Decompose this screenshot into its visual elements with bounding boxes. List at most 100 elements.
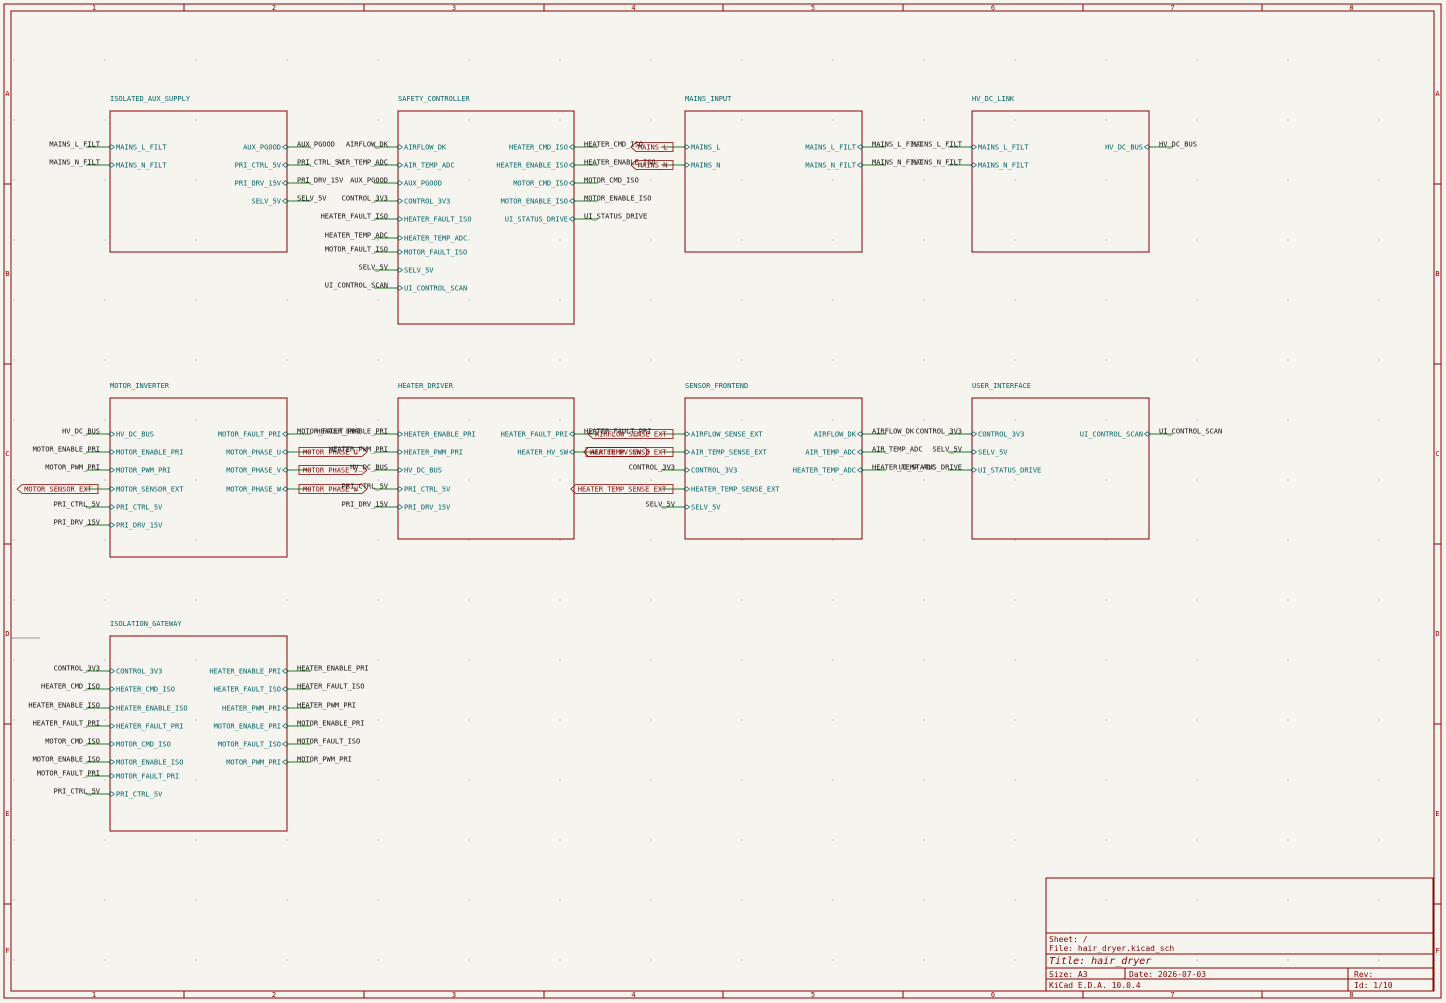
net-label: HEATER_TEMP_ADC (325, 232, 388, 240)
grid-dot (468, 719, 470, 721)
grid-dot (832, 539, 834, 541)
sheet-pin-label: AIR_TEMP_ADC (404, 162, 455, 170)
grid-dot (104, 539, 106, 541)
grid-dot (559, 599, 561, 601)
grid-dot (1105, 59, 1107, 61)
grid-dot (1287, 779, 1289, 781)
grid-dot (468, 599, 470, 601)
grid-dot (13, 899, 15, 901)
sheet-pin-label: MAINS_N_FILT (116, 162, 167, 170)
sheet-pin-label: CONTROL_3V3 (691, 467, 737, 475)
grid-dot (1105, 299, 1107, 301)
grid-dot (923, 959, 925, 961)
sheet-pin-label: MAINS_L_FILT (116, 144, 167, 152)
sheet-pin-label: CONTROL_3V3 (404, 198, 450, 206)
grid-dot (1196, 359, 1198, 361)
row-label: D (5, 630, 9, 638)
sheet-pin-label: HEATER_FAULT_PRI (116, 723, 183, 731)
grid-dot (1196, 599, 1198, 601)
grid-dot (559, 959, 561, 961)
sheet-isolated-aux-supply: ISOLATED_AUX_SUPPLY MAINS_L_FILT MAINS_L_F… (49, 95, 344, 253)
grid-dot (741, 479, 743, 481)
sheet-pin-label: MOTOR_ENABLE_ISO (116, 759, 183, 767)
grid-dot (559, 539, 561, 541)
grid-dot (923, 659, 925, 661)
sheet-pin-label: PRI_CTRL_5V (116, 504, 163, 512)
grid-dot (832, 239, 834, 241)
net-label: MOTOR_FAULT_ISO (325, 246, 388, 254)
grid-dot (1378, 539, 1380, 541)
grid-dot (468, 179, 470, 181)
grid-dot (559, 899, 561, 901)
grid-dot (559, 719, 561, 721)
sheet-pin-label: HV_DC_BUS (404, 467, 442, 475)
sheet-safety-controller: SAFETY_CONTROLLER AIRFLOW_DK AIRFLOW_DK AIR… (321, 95, 656, 325)
sheet-heater-driver: HEATER_DRIVER HEATER_ENABLE_PRI HEATER_ENA… (316, 382, 651, 540)
title-block: Sheet: / File: hair_dryer.kicad_sch Titl… (1045, 877, 1434, 992)
grid-dot (377, 779, 379, 781)
grid-dot (13, 299, 15, 301)
sheet-pin-label: MAINS_N_FILT (978, 162, 1029, 170)
col-label: 3 (452, 4, 456, 12)
grid-dot (741, 599, 743, 601)
grid-dot (104, 719, 106, 721)
net-label: MAINS_N_FILT (49, 159, 100, 167)
grid-dot (104, 119, 106, 121)
global-label-text: MAINS_L (638, 144, 668, 152)
grid-dot (650, 119, 652, 121)
global-label-text: HEATER_TEMP_SENSE_EXT (578, 486, 667, 494)
grid-dot (741, 359, 743, 361)
grid-dot (468, 899, 470, 901)
sheet-isolation-gateway: ISOLATION_GATEWAY CONTROL_3V3 CONTROL_3V3 H… (28, 620, 369, 832)
grid-dot (1287, 419, 1289, 421)
grid-dot (104, 299, 106, 301)
grid-dot (1287, 899, 1289, 901)
grid-dot (1196, 59, 1198, 61)
sheet-pin-label: SELV_5V (978, 449, 1008, 457)
sheet-pin-label: MOTOR_CMD_ISO (513, 180, 568, 188)
sheet-pin-label: AUX_PGOOD (404, 180, 442, 188)
grid-dot (468, 779, 470, 781)
net-label: PRI_CTRL_5V (54, 788, 101, 796)
col-label: 6 (991, 4, 995, 12)
net-label: AIR_TEMP_ADC (872, 446, 923, 454)
col-label: 7 (1170, 4, 1174, 12)
net-label: CONTROL_3V3 (629, 464, 675, 472)
grid-dot (13, 179, 15, 181)
grid-dot (832, 959, 834, 961)
sheet-pin-label: MAINS_L (691, 144, 721, 152)
sheet-pin-label: HEATER_ENABLE_PRI (404, 431, 476, 439)
grid-dot (377, 719, 379, 721)
grid-dot (377, 959, 379, 961)
sheet-name: MAINS_INPUT (685, 95, 732, 103)
grid-dot (104, 359, 106, 361)
sheet-pin-label: UI_STATUS_DRIVE (978, 467, 1041, 475)
grid-dot (832, 299, 834, 301)
net-label: MOTOR_CMD_ISO (45, 738, 100, 746)
grid-dot (1105, 659, 1107, 661)
grid-dot (923, 479, 925, 481)
grid-dot (741, 899, 743, 901)
grid-dot (1014, 239, 1016, 241)
grid-dot (559, 119, 561, 121)
grid-dot (741, 779, 743, 781)
col-label: 1 (92, 991, 96, 999)
sheet-pin-label: SELV_5V (691, 504, 721, 512)
row-label: A (1435, 90, 1440, 98)
grid-dot (195, 359, 197, 361)
net-label: HEATER_FAULT_PRI (33, 720, 100, 728)
grid-dot (1196, 839, 1198, 841)
grid-dot (923, 179, 925, 181)
grid-dot (13, 599, 15, 601)
grid-dot (195, 959, 197, 961)
grid-dot (741, 839, 743, 841)
net-label: SELV_5V (358, 264, 388, 272)
grid-dot (1378, 419, 1380, 421)
sheet-pin-label: MOTOR_PWM_PRI (226, 759, 281, 767)
grid-dot (377, 899, 379, 901)
col-label: 7 (1170, 991, 1174, 999)
col-label: 3 (452, 991, 456, 999)
sheet-pin-label: MOTOR_CMD_ISO (116, 741, 171, 749)
grid-dot (1287, 299, 1289, 301)
grid-dot (559, 779, 561, 781)
